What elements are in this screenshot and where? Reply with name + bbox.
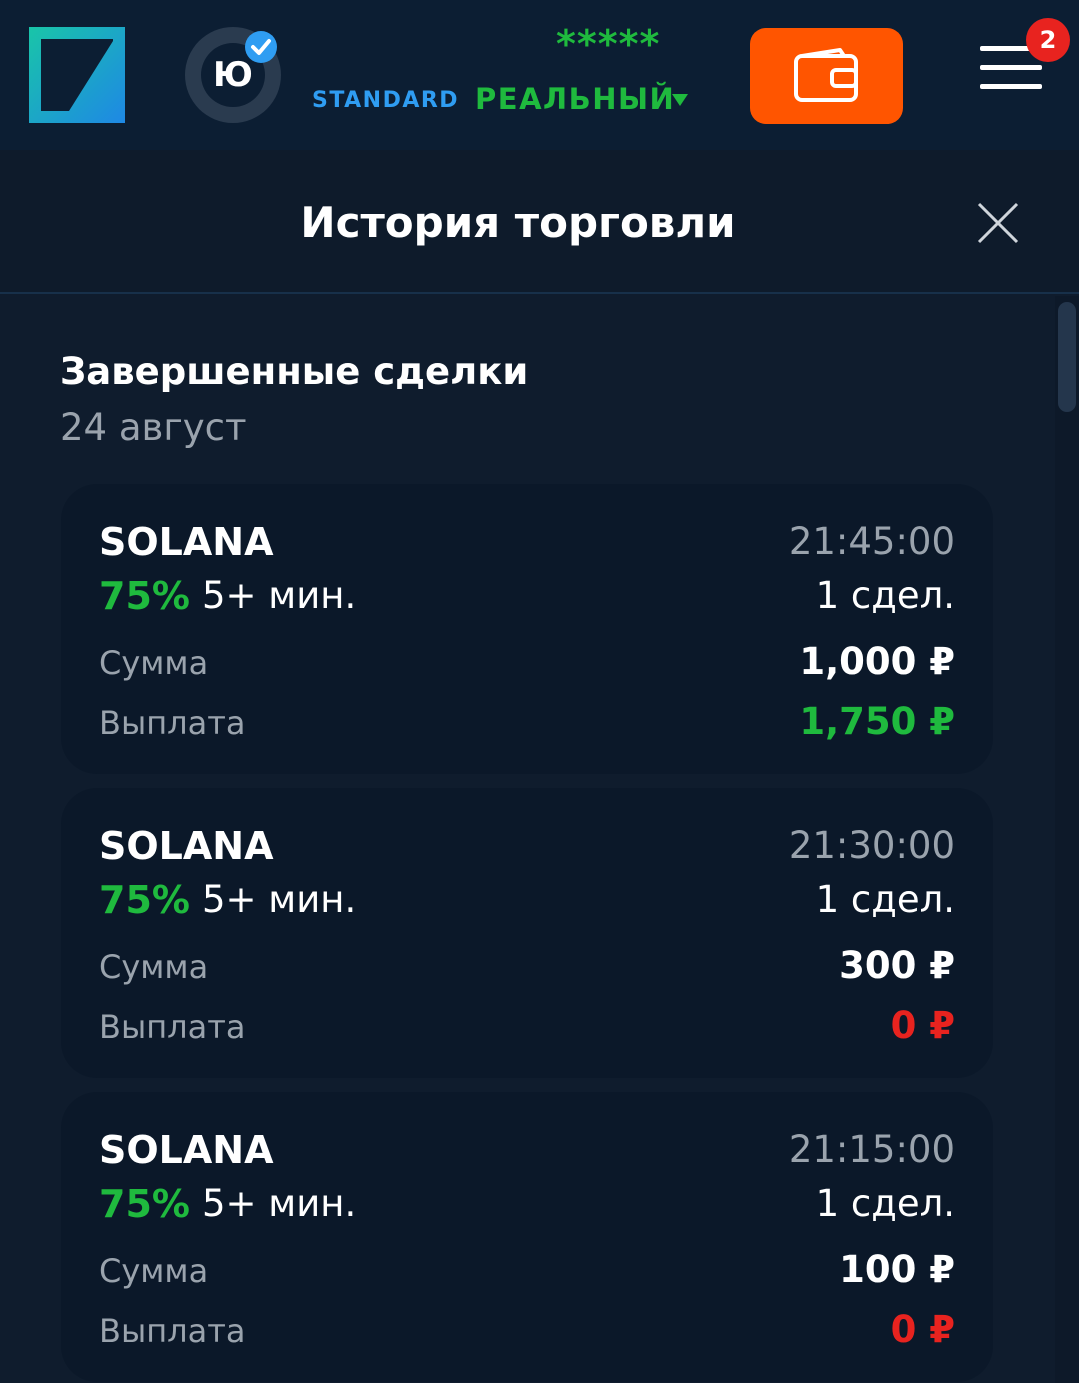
trade-time: 21:45:00 bbox=[788, 520, 955, 563]
trade-payout: 0 ₽ bbox=[890, 1004, 955, 1047]
amount-label: Сумма bbox=[99, 644, 209, 682]
trade-duration: 5+ мин. bbox=[202, 574, 357, 617]
payout-label: Выплата bbox=[99, 704, 246, 742]
trade-duration: 5+ мин. bbox=[202, 1182, 357, 1225]
logo-icon[interactable] bbox=[29, 27, 125, 123]
amount-label: Сумма bbox=[99, 948, 209, 986]
trade-percent: 75% bbox=[99, 878, 190, 922]
notification-badge: 2 bbox=[1026, 18, 1070, 62]
trade-payout: 0 ₽ bbox=[890, 1308, 955, 1351]
panel-header: История торговли bbox=[0, 150, 1079, 294]
trade-asset: SOLANA bbox=[99, 824, 274, 868]
payout-label: Выплата bbox=[99, 1008, 246, 1046]
rating-stars: ***** bbox=[556, 22, 661, 66]
trade-card[interactable]: SOLANA 75% 5+ мин. 21:15:00 1 сдел. Сумм… bbox=[61, 1092, 993, 1382]
trade-count: 1 сдел. bbox=[815, 878, 955, 921]
wallet-button[interactable] bbox=[750, 28, 903, 124]
trade-percent: 75% bbox=[99, 574, 190, 618]
trade-card[interactable]: SOLANA 75% 5+ мин. 21:30:00 1 сдел. Сумм… bbox=[61, 788, 993, 1078]
trade-amount: 300 ₽ bbox=[839, 944, 955, 987]
scrollbar-track[interactable] bbox=[1055, 296, 1079, 1383]
scrollbar-thumb[interactable] bbox=[1058, 302, 1076, 412]
section-title: Завершенные сделки bbox=[60, 350, 529, 393]
trade-payout: 1,750 ₽ bbox=[799, 700, 955, 743]
verified-icon bbox=[245, 31, 277, 63]
avatar[interactable]: Ю bbox=[185, 27, 281, 123]
trade-history-list[interactable]: Завершенные сделки 24 август SOLANA 75% … bbox=[0, 296, 1079, 1383]
trade-count: 1 сдел. bbox=[815, 574, 955, 617]
caret-down-icon[interactable] bbox=[670, 92, 690, 108]
panel-title: История торговли bbox=[300, 198, 736, 247]
trade-amount: 1,000 ₽ bbox=[799, 640, 955, 683]
trade-asset: SOLANA bbox=[99, 520, 274, 564]
top-bar: Ю STANDARD ***** РЕАЛЬНЫЙ 2 bbox=[0, 0, 1079, 150]
amount-label: Сумма bbox=[99, 1252, 209, 1290]
trade-amount: 100 ₽ bbox=[839, 1248, 955, 1291]
trade-time: 21:15:00 bbox=[788, 1128, 955, 1171]
trade-time: 21:30:00 bbox=[788, 824, 955, 867]
trade-duration: 5+ мин. bbox=[202, 878, 357, 921]
trade-asset: SOLANA bbox=[99, 1128, 274, 1172]
trade-card[interactable]: SOLANA 75% 5+ мин. 21:45:00 1 сдел. Сумм… bbox=[61, 484, 993, 774]
trade-count: 1 сдел. bbox=[815, 1182, 955, 1225]
trade-percent: 75% bbox=[99, 1182, 190, 1226]
menu-bar bbox=[980, 65, 1042, 70]
close-icon[interactable] bbox=[975, 200, 1021, 246]
menu-bar bbox=[980, 84, 1042, 89]
account-mode-selector[interactable]: РЕАЛЬНЫЙ bbox=[475, 82, 675, 116]
section-date: 24 август bbox=[60, 406, 247, 449]
payout-label: Выплата bbox=[99, 1312, 246, 1350]
account-type-label: STANDARD bbox=[312, 88, 460, 113]
wallet-icon bbox=[794, 48, 858, 102]
